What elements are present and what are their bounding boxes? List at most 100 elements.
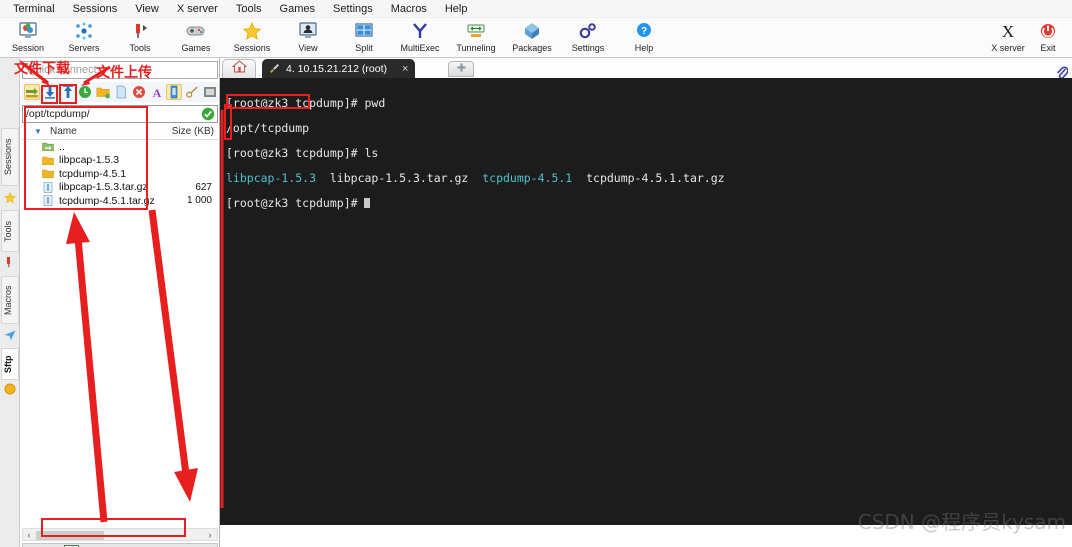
sidebar-tab-macros[interactable]: Macros — [1, 276, 19, 324]
menu-item-terminal[interactable]: Terminal — [4, 2, 64, 16]
close-icon[interactable]: × — [402, 63, 408, 75]
sort-caret-icon[interactable]: ▼ — [34, 127, 42, 136]
column-header-size[interactable]: Size (KB) — [172, 126, 214, 137]
sidebar-tab-label: Tools — [3, 220, 13, 242]
toolbar-button-games[interactable]: Games — [168, 20, 224, 57]
toolbar-label: Tools — [129, 43, 151, 53]
list-item[interactable]: .. — [22, 140, 218, 154]
toolbar-button-sessions[interactable]: Sessions — [224, 20, 280, 57]
menu-item-tools[interactable]: Tools — [227, 2, 271, 16]
sidebar-tab-sftp[interactable]: Sftp — [1, 348, 19, 380]
upload-icon[interactable] — [60, 84, 76, 100]
file-name: libpcap-1.5.3 — [59, 154, 120, 167]
list-item[interactable]: tcpdump-4.5.1 — [22, 167, 218, 181]
new-tab-button[interactable] — [448, 61, 474, 77]
refresh-icon[interactable] — [78, 84, 94, 100]
terminal-span: [root@zk3 tcpdump]# ls — [226, 146, 379, 161]
column-header-name[interactable]: Name — [50, 126, 77, 137]
menu-bar: Terminal Sessions View X server Tools Ga… — [0, 0, 1072, 18]
terminal-span — [468, 171, 482, 185]
file-name: .. — [59, 140, 65, 153]
sidebar-tab-tools[interactable]: Tools — [1, 210, 19, 252]
menu-item-sessions[interactable]: Sessions — [64, 2, 127, 16]
toolbar-button-view[interactable]: View — [280, 20, 336, 57]
toolbar-button-session[interactable]: Session — [0, 20, 56, 57]
terminal-line: libpcap-1.5.3 libpcap-1.5.3.tar.gz tcpdu… — [226, 172, 1068, 184]
folder-icon — [42, 154, 55, 166]
toolbar-label: Sessions — [233, 43, 271, 53]
file-size: 1 000 — [186, 195, 212, 207]
new-file-icon[interactable] — [113, 84, 129, 100]
archive-file-icon — [42, 181, 55, 193]
star-icon — [4, 191, 16, 204]
remote-monitoring-button[interactable]: Remote monitoring — [22, 543, 218, 547]
menu-item-settings[interactable]: Settings — [324, 2, 382, 16]
file-name: tcpdump-4.5.1.tar.gz — [59, 194, 155, 207]
terminal-area: 4. 10.15.21.212 (root) × [root@zk3 tcpdu… — [220, 58, 1072, 547]
settings-gear-icon — [577, 20, 599, 42]
toolbar-label: Games — [181, 43, 211, 53]
svg-text:A: A — [152, 86, 161, 99]
folder-icon — [42, 168, 55, 180]
terminal-tab-bar: 4. 10.15.21.212 (root) × — [220, 58, 1072, 79]
permissions-icon[interactable] — [184, 84, 200, 100]
delete-icon[interactable] — [131, 84, 147, 100]
menu-item-x-server[interactable]: X server — [168, 2, 227, 16]
file-list-horizontal-scrollbar[interactable]: ‹ › — [22, 528, 218, 541]
quick-connect-input[interactable]: Quick connect... — [22, 61, 218, 79]
scrollbar-thumb[interactable] — [36, 531, 104, 540]
rename-icon[interactable]: A — [149, 84, 165, 100]
toolbar-button-tunneling[interactable]: Tunneling — [448, 20, 504, 57]
sftp-path-bar[interactable]: /opt/tcpdump/ — [22, 105, 218, 123]
menu-item-help[interactable]: Help — [436, 2, 477, 16]
upload-back-icon[interactable] — [24, 84, 40, 100]
tunneling-icon — [465, 20, 487, 42]
new-folder-icon[interactable] — [95, 84, 111, 100]
sftp-panel: Quick connect... A /opt/tcpdump/ ▼ Name … — [20, 58, 220, 547]
toolbar-button-split[interactable]: Split — [336, 20, 392, 57]
parent-folder-icon — [42, 141, 55, 153]
list-item[interactable]: libpcap-1.5.3.tar.gz 627 — [22, 181, 218, 195]
terminal-tab-active[interactable]: 4. 10.15.21.212 (root) × — [262, 59, 416, 78]
download-icon[interactable] — [42, 84, 58, 100]
sftp-path-value: /opt/tcpdump/ — [26, 108, 90, 120]
svg-text:X: X — [1002, 22, 1014, 40]
menu-item-games[interactable]: Games — [271, 2, 324, 16]
menu-item-macros[interactable]: Macros — [382, 2, 436, 16]
file-name: tcpdump-4.5.1 — [59, 167, 127, 180]
ssh-tab-icon — [269, 62, 281, 76]
terminal-line: [root@zk3 tcpdump]# ls — [226, 147, 1068, 159]
copy-path-icon[interactable] — [166, 84, 183, 100]
x-server-icon: X — [998, 20, 1018, 42]
sftp-toolbar: A — [22, 82, 218, 102]
toolbar-button-packages[interactable]: Packages — [504, 20, 560, 57]
toolbar-label: Servers — [68, 43, 100, 53]
toolbar-button-settings[interactable]: Settings — [560, 20, 616, 57]
packages-icon — [522, 20, 542, 42]
list-item[interactable]: libpcap-1.5.3 — [22, 154, 218, 168]
list-item[interactable]: tcpdump-4.5.1.tar.gz 1 000 — [22, 194, 218, 208]
sftp-file-list[interactable]: .. libpcap-1.5.3 tcpdump-4.5.1 libpcap-1… — [22, 140, 218, 525]
toolbar-label: Help — [634, 43, 654, 53]
toolbar-button-exit[interactable]: Exit — [1026, 20, 1070, 57]
terminal-line: [root@zk3 tcpdump]# — [226, 196, 1068, 209]
terminal-here-icon[interactable] — [202, 84, 218, 100]
toolbar-button-help[interactable]: ? Help — [616, 20, 672, 57]
power-exit-icon — [1038, 20, 1058, 42]
main-toolbar: Session Servers Tools Games Sessions Vie… — [0, 18, 1072, 58]
multiexec-icon — [410, 20, 430, 42]
toolbar-button-servers[interactable]: Servers — [56, 20, 112, 57]
home-tab[interactable] — [222, 59, 256, 78]
toolbar-label: Packages — [512, 43, 552, 53]
terminal-output[interactable]: [root@zk3 tcpdump]# pwd /opt/tcpdump [ro… — [220, 78, 1072, 525]
scroll-left-icon[interactable]: ‹ — [23, 530, 35, 540]
scroll-right-icon[interactable]: › — [204, 530, 216, 540]
toolbar-label: View — [298, 43, 318, 53]
toolbar-button-multiexec[interactable]: MultiExec — [392, 20, 448, 57]
toolbar-button-tools[interactable]: Tools — [112, 20, 168, 57]
menu-item-view[interactable]: View — [126, 2, 168, 16]
toolbar-label: Session — [11, 43, 45, 53]
sidebar-tab-sessions[interactable]: Sessions — [1, 128, 19, 186]
help-icon: ? — [634, 20, 654, 42]
sidebar-tab-label: Sessions — [3, 138, 13, 176]
